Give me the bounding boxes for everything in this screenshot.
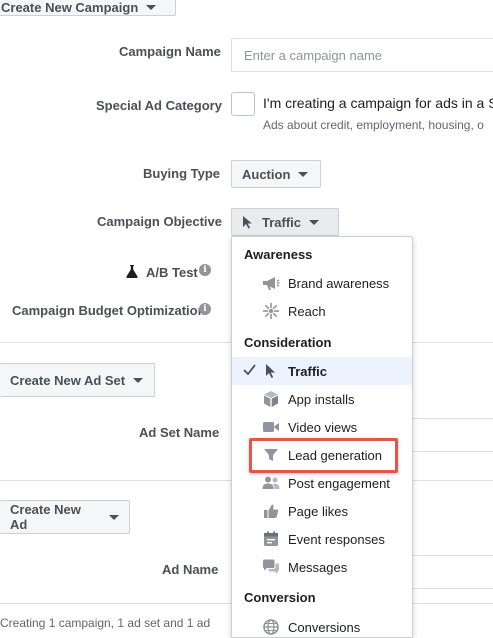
ad-name-input[interactable] xyxy=(411,555,493,589)
info-icon[interactable]: i xyxy=(199,264,211,276)
objective-option-video-views[interactable]: Video views xyxy=(232,413,412,441)
lead-generation-highlight xyxy=(249,438,398,473)
campaign-objective-value: Traffic xyxy=(262,214,302,230)
thumbs-up-icon xyxy=(262,502,280,520)
buying-type-dropdown[interactable]: Auction xyxy=(231,160,321,188)
option-label: Event responses xyxy=(288,531,385,547)
cursor-icon xyxy=(262,362,280,380)
objective-dropdown-menu: Awareness Brand awareness Reach Consider… xyxy=(231,236,413,638)
reach-icon xyxy=(262,302,280,320)
special-ad-category-checkbox[interactable] xyxy=(231,92,255,116)
checkmark-icon xyxy=(243,364,256,376)
group-heading-conversion: Conversion xyxy=(244,590,316,605)
option-label: Post engagement xyxy=(288,475,390,491)
special-ad-category-subtext: Ads about credit, employment, housing, o xyxy=(263,118,484,132)
buying-type-label: Buying Type xyxy=(143,166,221,181)
option-label: Brand awareness xyxy=(288,275,390,291)
globe-icon xyxy=(262,618,280,636)
footer-summary: Creating 1 campaign, 1 ad set and 1 ad xyxy=(0,616,211,630)
campaign-name-placeholder: Enter a campaign name xyxy=(244,47,383,63)
chevron-down-icon xyxy=(298,171,309,177)
option-label: Reach xyxy=(288,303,326,319)
objective-option-traffic[interactable]: Traffic xyxy=(232,357,412,385)
objective-option-event-responses[interactable]: Event responses xyxy=(232,525,412,553)
buying-type-value: Auction xyxy=(242,166,291,182)
ad-set-name-label: Ad Set Name xyxy=(139,425,220,440)
calendar-icon xyxy=(262,530,280,548)
campaign-objective-label: Campaign Objective xyxy=(97,214,222,229)
cursor-icon xyxy=(243,216,252,229)
objective-option-page-likes[interactable]: Page likes xyxy=(232,497,412,525)
option-label: Conversions xyxy=(288,619,361,635)
create-new-ad-set-label: Create New Ad Set xyxy=(10,372,126,388)
ad-name-label: Ad Name xyxy=(162,562,219,577)
special-ad-category-label: Special Ad Category xyxy=(96,98,222,113)
create-new-ad-label: Create New Ad xyxy=(10,502,81,532)
objective-option-conversions[interactable]: Conversions xyxy=(232,613,412,637)
campaign-name-label: Campaign Name xyxy=(119,44,221,59)
chevron-down-icon xyxy=(109,514,119,520)
option-label: Video views xyxy=(288,419,358,435)
flask-icon xyxy=(126,265,138,278)
objective-option-brand-awareness[interactable]: Brand awareness xyxy=(232,269,412,297)
group-heading-awareness: Awareness xyxy=(244,247,313,262)
ad-set-name-input[interactable] xyxy=(411,418,493,452)
special-ad-category-text: I'm creating a campaign for ads in a Sp xyxy=(263,95,493,111)
group-heading-consideration: Consideration xyxy=(244,335,332,350)
create-new-campaign-button[interactable]: Create New Campaign xyxy=(0,0,176,16)
objective-option-post-engagement[interactable]: Post engagement xyxy=(232,469,412,497)
create-new-ad-button[interactable]: Create New Ad xyxy=(0,500,130,534)
option-label: Traffic xyxy=(288,363,328,379)
chevron-down-icon xyxy=(146,4,157,10)
create-new-ad-set-button[interactable]: Create New Ad Set xyxy=(0,363,155,397)
people-icon xyxy=(262,474,280,492)
chevron-down-icon xyxy=(133,377,144,383)
info-icon[interactable]: i xyxy=(199,303,211,315)
chevron-down-icon xyxy=(309,219,320,225)
option-label: Messages xyxy=(288,559,348,575)
budget-optimization-label: Campaign Budget Optimization xyxy=(12,303,206,318)
megaphone-icon xyxy=(262,274,280,292)
video-camera-icon xyxy=(262,418,280,436)
objective-option-reach[interactable]: Reach xyxy=(232,297,412,325)
box-icon xyxy=(262,390,280,408)
create-new-campaign-label: Create New Campaign xyxy=(1,0,139,15)
campaign-objective-dropdown[interactable]: Traffic xyxy=(231,208,339,236)
campaign-name-input[interactable]: Enter a campaign name xyxy=(231,38,493,72)
objective-option-messages[interactable]: Messages xyxy=(232,553,412,581)
objective-option-app-installs[interactable]: App installs xyxy=(232,385,412,413)
chat-bubbles-icon xyxy=(262,558,280,576)
option-label: Page likes xyxy=(288,503,348,519)
ab-test-label: A/B Test xyxy=(146,265,198,280)
option-label: App installs xyxy=(288,391,355,407)
